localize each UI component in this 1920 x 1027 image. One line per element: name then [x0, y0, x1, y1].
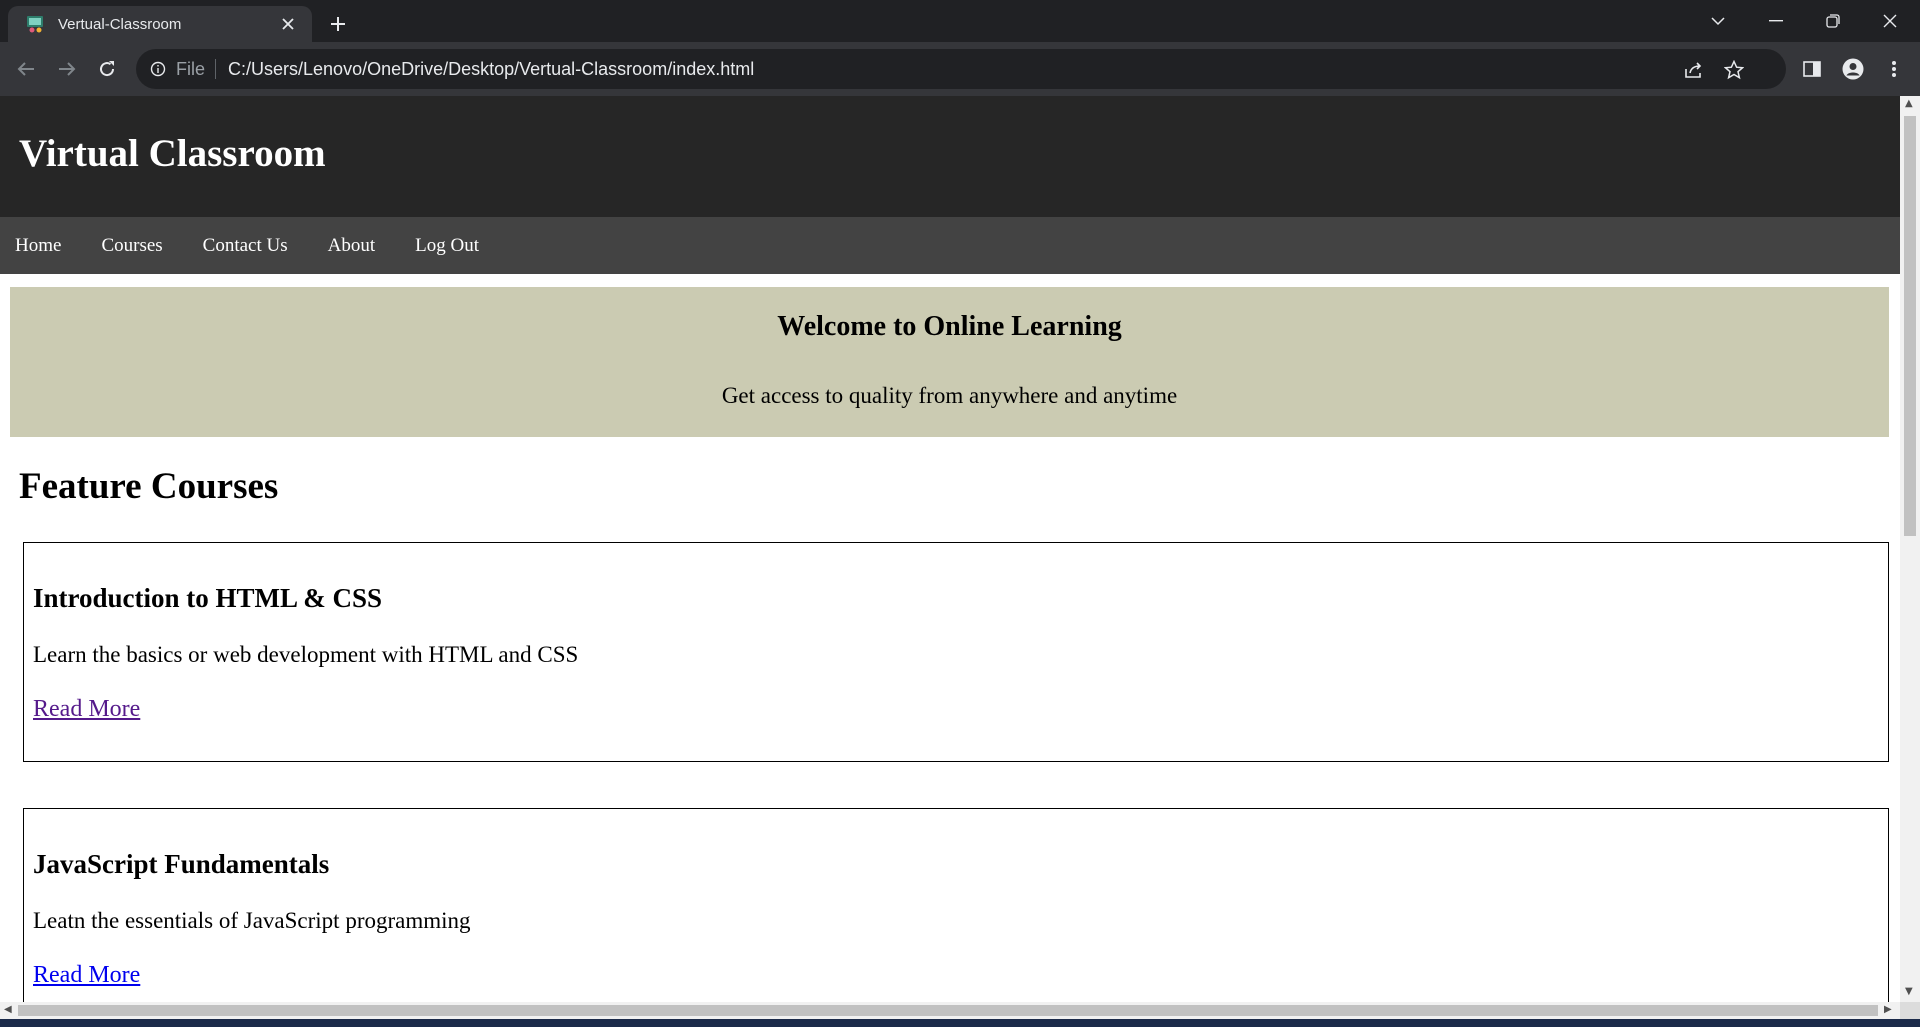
taskbar-edge — [0, 1019, 1920, 1027]
course-card: JavaScript Fundamentals Leatn the essent… — [23, 808, 1889, 1002]
nav-link-courses[interactable]: Courses — [101, 235, 162, 257]
url-text[interactable]: C:/Users/Lenovo/OneDrive/Desktop/Vertual… — [228, 59, 754, 80]
kebab-menu-icon[interactable] — [1880, 55, 1908, 83]
page-favicon-icon — [26, 14, 46, 34]
nav-link-log-out[interactable]: Log Out — [415, 235, 479, 257]
site-nav: Home Courses Contact Us About Log Out — [0, 217, 1900, 274]
course-title: Introduction to HTML & CSS — [33, 583, 383, 613]
bookmark-star-icon[interactable] — [1722, 58, 1746, 82]
course-title: JavaScript Fundamentals — [33, 849, 330, 879]
vertical-scrollbar[interactable]: ▲ ▼ — [1900, 96, 1920, 1002]
scroll-right-arrow-icon[interactable]: ▶ — [1884, 1004, 1892, 1015]
read-more-link[interactable]: Read More — [33, 697, 140, 721]
url-scheme: File — [176, 58, 206, 79]
address-bar[interactable]: File C:/Users/Lenovo/OneDrive/Desktop/Ve… — [136, 49, 1786, 89]
nav-link-home[interactable]: Home — [15, 235, 61, 257]
banner-subtitle: Get access to quality from anywhere and … — [721, 383, 1178, 408]
browser-tabstrip: Vertual-Classroom — [0, 0, 1920, 42]
share-icon[interactable] — [1682, 58, 1706, 82]
vertical-scroll-thumb[interactable] — [1904, 116, 1916, 536]
forward-arrow-icon[interactable] — [51, 53, 83, 85]
omnibox-divider — [215, 59, 217, 79]
course-description: Learn the basics or web development with… — [33, 642, 579, 667]
reload-icon[interactable] — [91, 53, 123, 85]
read-more-link[interactable]: Read More — [33, 963, 140, 987]
scroll-up-arrow-icon[interactable]: ▲ — [1905, 98, 1913, 109]
course-description: Leatn the essentials of JavaScript progr… — [33, 908, 471, 933]
horizontal-scroll-thumb[interactable] — [18, 1005, 1878, 1016]
restore-icon[interactable] — [1805, 0, 1861, 42]
tab-title: Vertual-Classroom — [58, 15, 182, 33]
new-tab-button[interactable] — [322, 8, 354, 40]
site-title: Virtual Classroom — [19, 132, 326, 175]
site-info-icon[interactable] — [148, 59, 168, 79]
featured-courses-heading: Feature Courses — [19, 466, 279, 507]
course-card: Introduction to HTML & CSS Learn the bas… — [23, 542, 1889, 762]
site-header: Virtual Classroom — [0, 96, 1900, 217]
side-panel-icon[interactable] — [1798, 55, 1826, 83]
horizontal-scrollbar[interactable]: ◀ ▶ — [0, 1002, 1900, 1019]
page-viewport: Virtual Classroom Home Courses Contact U… — [0, 96, 1900, 1002]
tab-search-chevron-icon[interactable] — [1690, 0, 1746, 42]
close-window-icon[interactable] — [1862, 0, 1918, 42]
tab-close-icon[interactable] — [276, 12, 300, 36]
nav-link-contact-us[interactable]: Contact Us — [203, 235, 288, 257]
scroll-down-arrow-icon[interactable]: ▼ — [1905, 986, 1913, 997]
profile-avatar-icon[interactable] — [1839, 55, 1867, 83]
back-arrow-icon[interactable] — [10, 53, 42, 85]
nav-link-about[interactable]: About — [328, 235, 376, 257]
scrollbar-corner — [1900, 1002, 1920, 1019]
browser-tab[interactable]: Vertual-Classroom — [8, 6, 312, 42]
banner-title: Welcome to Online Learning — [777, 311, 1122, 342]
scroll-left-arrow-icon[interactable]: ◀ — [4, 1004, 12, 1015]
browser-toolbar: File C:/Users/Lenovo/OneDrive/Desktop/Ve… — [0, 42, 1920, 96]
welcome-banner: Welcome to Online Learning Get access to… — [10, 287, 1889, 437]
minimize-icon[interactable] — [1748, 0, 1804, 42]
